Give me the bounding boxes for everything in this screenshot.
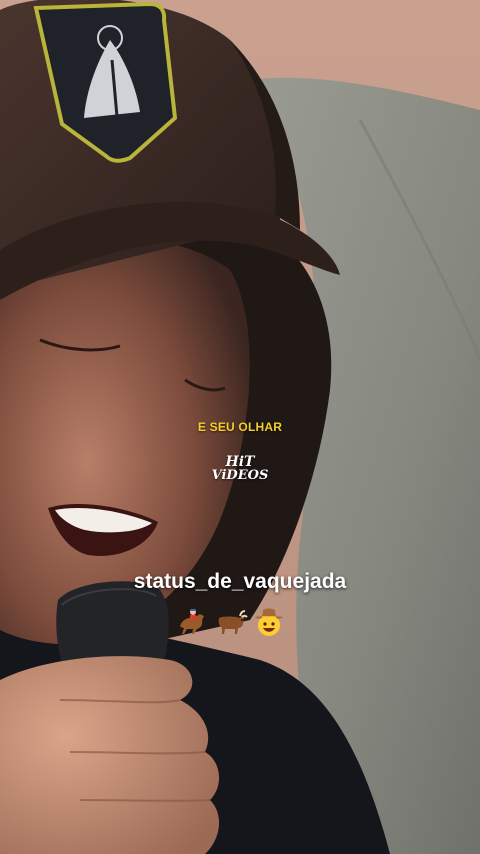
username-overlay: status_de_vaquejada	[133, 570, 347, 593]
video-frame: E SEU OLHAR HiT ViDEOS status_de_vaqueja…	[0, 0, 480, 854]
finger-line	[69, 751, 206, 755]
ox-icon	[218, 610, 248, 634]
watermark-line2: ViDEOS	[211, 468, 269, 483]
cowboy-face-icon	[255, 608, 283, 636]
lyric-caption: E SEU OLHAR	[197, 420, 283, 434]
finger-line	[79, 799, 211, 802]
hand	[0, 656, 220, 854]
emoji-row	[176, 604, 286, 640]
horse-racing-icon	[180, 609, 204, 634]
hit-videos-watermark: HiT ViDEOS	[200, 455, 280, 483]
